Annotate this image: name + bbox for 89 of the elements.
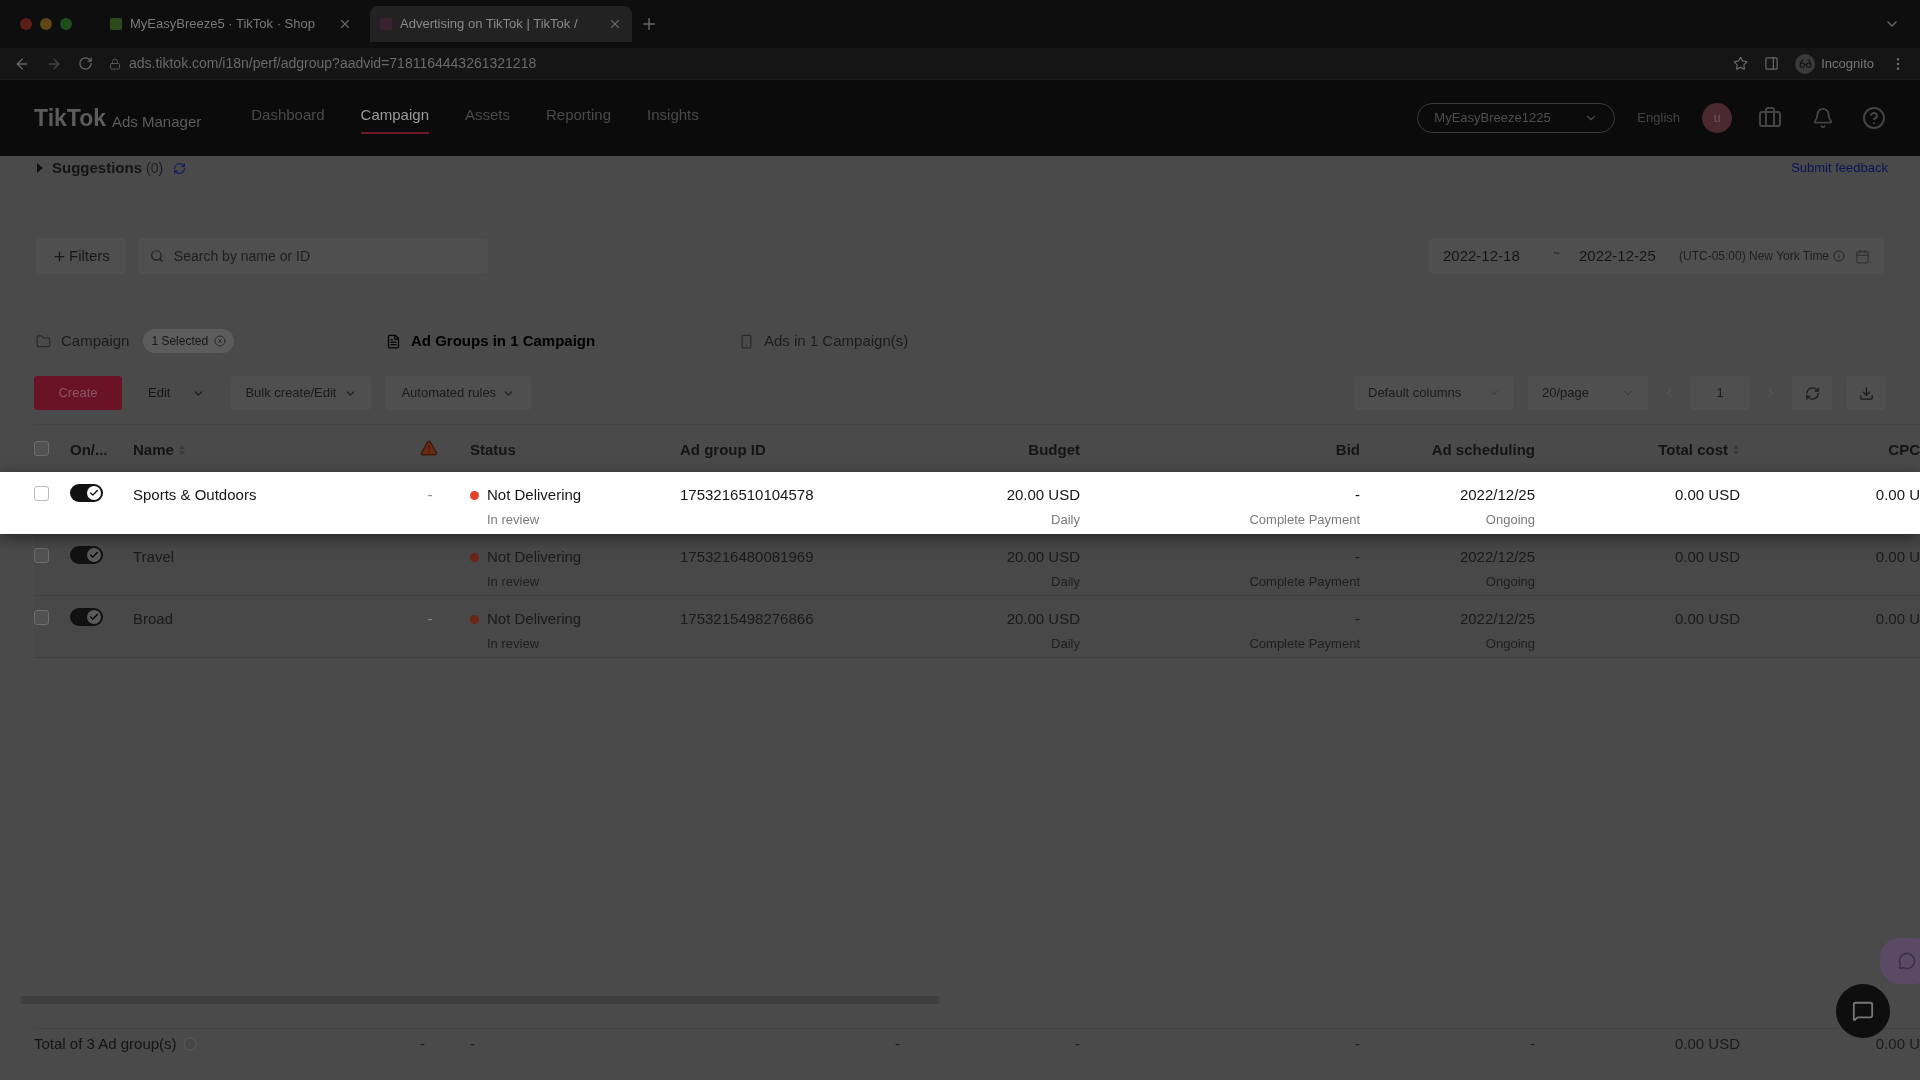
chat-bubble-icon <box>1898 952 1916 970</box>
briefcase-icon[interactable] <box>1758 106 1782 130</box>
nav-tab[interactable]: Insights <box>647 101 699 135</box>
ad-group-name[interactable]: Sports & Outdoors <box>133 484 420 507</box>
help-icon[interactable] <box>1862 106 1886 130</box>
schedule-status: Ongoing <box>1485 510 1535 529</box>
refresh-icon[interactable] <box>173 161 187 175</box>
clear-icon[interactable] <box>214 335 227 347</box>
url-text[interactable]: ads.tiktok.com/i18n/perf/adgroup?aadvid=7181164443261321218 <box>129 53 537 74</box>
select-all-checkbox[interactable] <box>34 441 49 456</box>
level-icon <box>36 333 51 349</box>
maximize-window-icon[interactable] <box>60 18 72 30</box>
check-icon <box>89 612 99 622</box>
level-tab[interactable]: Ad Groups in 1 Campaign <box>386 329 739 353</box>
new-tab-icon[interactable] <box>640 15 658 33</box>
support-chat-button[interactable] <box>1836 984 1890 1038</box>
status-text: Not Delivering <box>487 485 582 505</box>
table-cell-text: - <box>426 485 434 505</box>
bookmark-star-icon[interactable] <box>1733 56 1749 71</box>
bid-value: - <box>1355 609 1360 629</box>
ad-group-id: 1753216510104578 <box>680 485 815 505</box>
download-icon <box>1858 385 1874 401</box>
nav-tab[interactable]: Campaign <box>360 101 429 135</box>
warning-icon <box>420 439 438 457</box>
total-cell-text: - <box>470 1034 475 1054</box>
info-icon <box>1833 250 1846 262</box>
language-selector[interactable]: English <box>1637 108 1680 128</box>
total-cell-text: - <box>1075 1034 1080 1054</box>
refresh-button[interactable] <box>1792 376 1832 410</box>
close-tab-icon[interactable] <box>608 17 622 31</box>
close-tab-icon[interactable] <box>338 17 352 31</box>
check-icon <box>89 488 99 498</box>
schedule-date: 2022/12/25 <box>1459 485 1535 505</box>
row-checkbox[interactable] <box>34 548 49 563</box>
browser-tab[interactable]: MyEasyBreeze5 · TikTok · Shop <box>100 6 362 42</box>
total-cost: 0.00 USD <box>1674 485 1740 505</box>
date-separator: ~ <box>1553 245 1561 262</box>
toggle-switch[interactable] <box>70 546 103 564</box>
bid-value: - <box>1355 485 1360 505</box>
nav-tab[interactable]: Dashboard <box>251 101 325 135</box>
message-icon <box>1852 1000 1874 1022</box>
table-row[interactable]: Sports & Outdoors - Not Delivering In review 1753216510104578 20.00 USD Daily - Complete Payment 2022/12/25 Ongoing 0.00 USD 0.00 U <box>0 472 1920 534</box>
row-checkbox[interactable] <box>34 486 49 501</box>
check-icon <box>89 550 99 560</box>
total-cell-text: - <box>895 1034 900 1054</box>
browser-tab[interactable]: Advertising on TikTok | TikTok / <box>370 6 632 42</box>
row-checkbox[interactable] <box>34 610 49 625</box>
notification-icon[interactable] <box>1812 107 1834 129</box>
table-cell-text: - <box>426 609 434 629</box>
toggle-switch[interactable] <box>70 608 103 626</box>
tab-title: Advertising on TikTok | TikTok / <box>400 15 579 34</box>
calendar-icon <box>1855 248 1870 264</box>
brand-logo[interactable]: TikTok <box>34 100 106 136</box>
budget-value: 20.00 USD <box>1006 485 1080 505</box>
search-icon <box>149 249 164 263</box>
create-button[interactable]: Create <box>34 376 122 410</box>
reload-icon[interactable] <box>78 56 93 71</box>
refresh-icon <box>1804 385 1820 401</box>
tab-favicon-icon <box>110 18 122 30</box>
total-cell-text: - <box>420 1034 425 1054</box>
export-button[interactable] <box>1846 376 1886 410</box>
side-panel-icon[interactable] <box>1764 56 1780 71</box>
cpc-value: 0.00 U <box>1875 485 1920 505</box>
tab-title: MyEasyBreeze5 · TikTok · Shop <box>130 15 316 34</box>
incognito-icon <box>1795 53 1816 74</box>
start-date: 2022-12-18 <box>1443 245 1521 266</box>
status-detail: In review <box>487 510 541 529</box>
nav-tab[interactable]: Reporting <box>546 101 612 135</box>
level-icon <box>739 333 754 349</box>
bid-value: - <box>1355 547 1360 567</box>
toggle-switch[interactable] <box>70 484 103 502</box>
profile-name[interactable]: Incognito <box>1821 53 1874 74</box>
level-icon <box>386 333 401 349</box>
expand-caret-icon[interactable] <box>36 163 44 173</box>
selected-badge[interactable]: 1 Selected <box>143 329 235 353</box>
close-window-icon[interactable] <box>20 18 32 30</box>
total-cell-text: - <box>1355 1034 1360 1054</box>
minimize-window-icon[interactable] <box>40 18 52 30</box>
submit-feedback-link[interactable]: Submit feedback <box>1791 158 1888 178</box>
plus-icon <box>52 248 67 264</box>
lock-icon <box>109 57 121 70</box>
tab-favicon-icon <box>380 18 392 30</box>
nav-tab[interactable]: Assets <box>465 101 510 135</box>
budget-type: Daily <box>1051 510 1080 529</box>
product-name: Ads Manager <box>112 111 202 132</box>
filters-button[interactable]: Filters <box>36 238 126 274</box>
total-cell-text: - <box>1530 1034 1535 1054</box>
end-date: 2022-12-25 <box>1579 245 1657 266</box>
bid-goal: Complete Payment <box>1249 510 1360 529</box>
